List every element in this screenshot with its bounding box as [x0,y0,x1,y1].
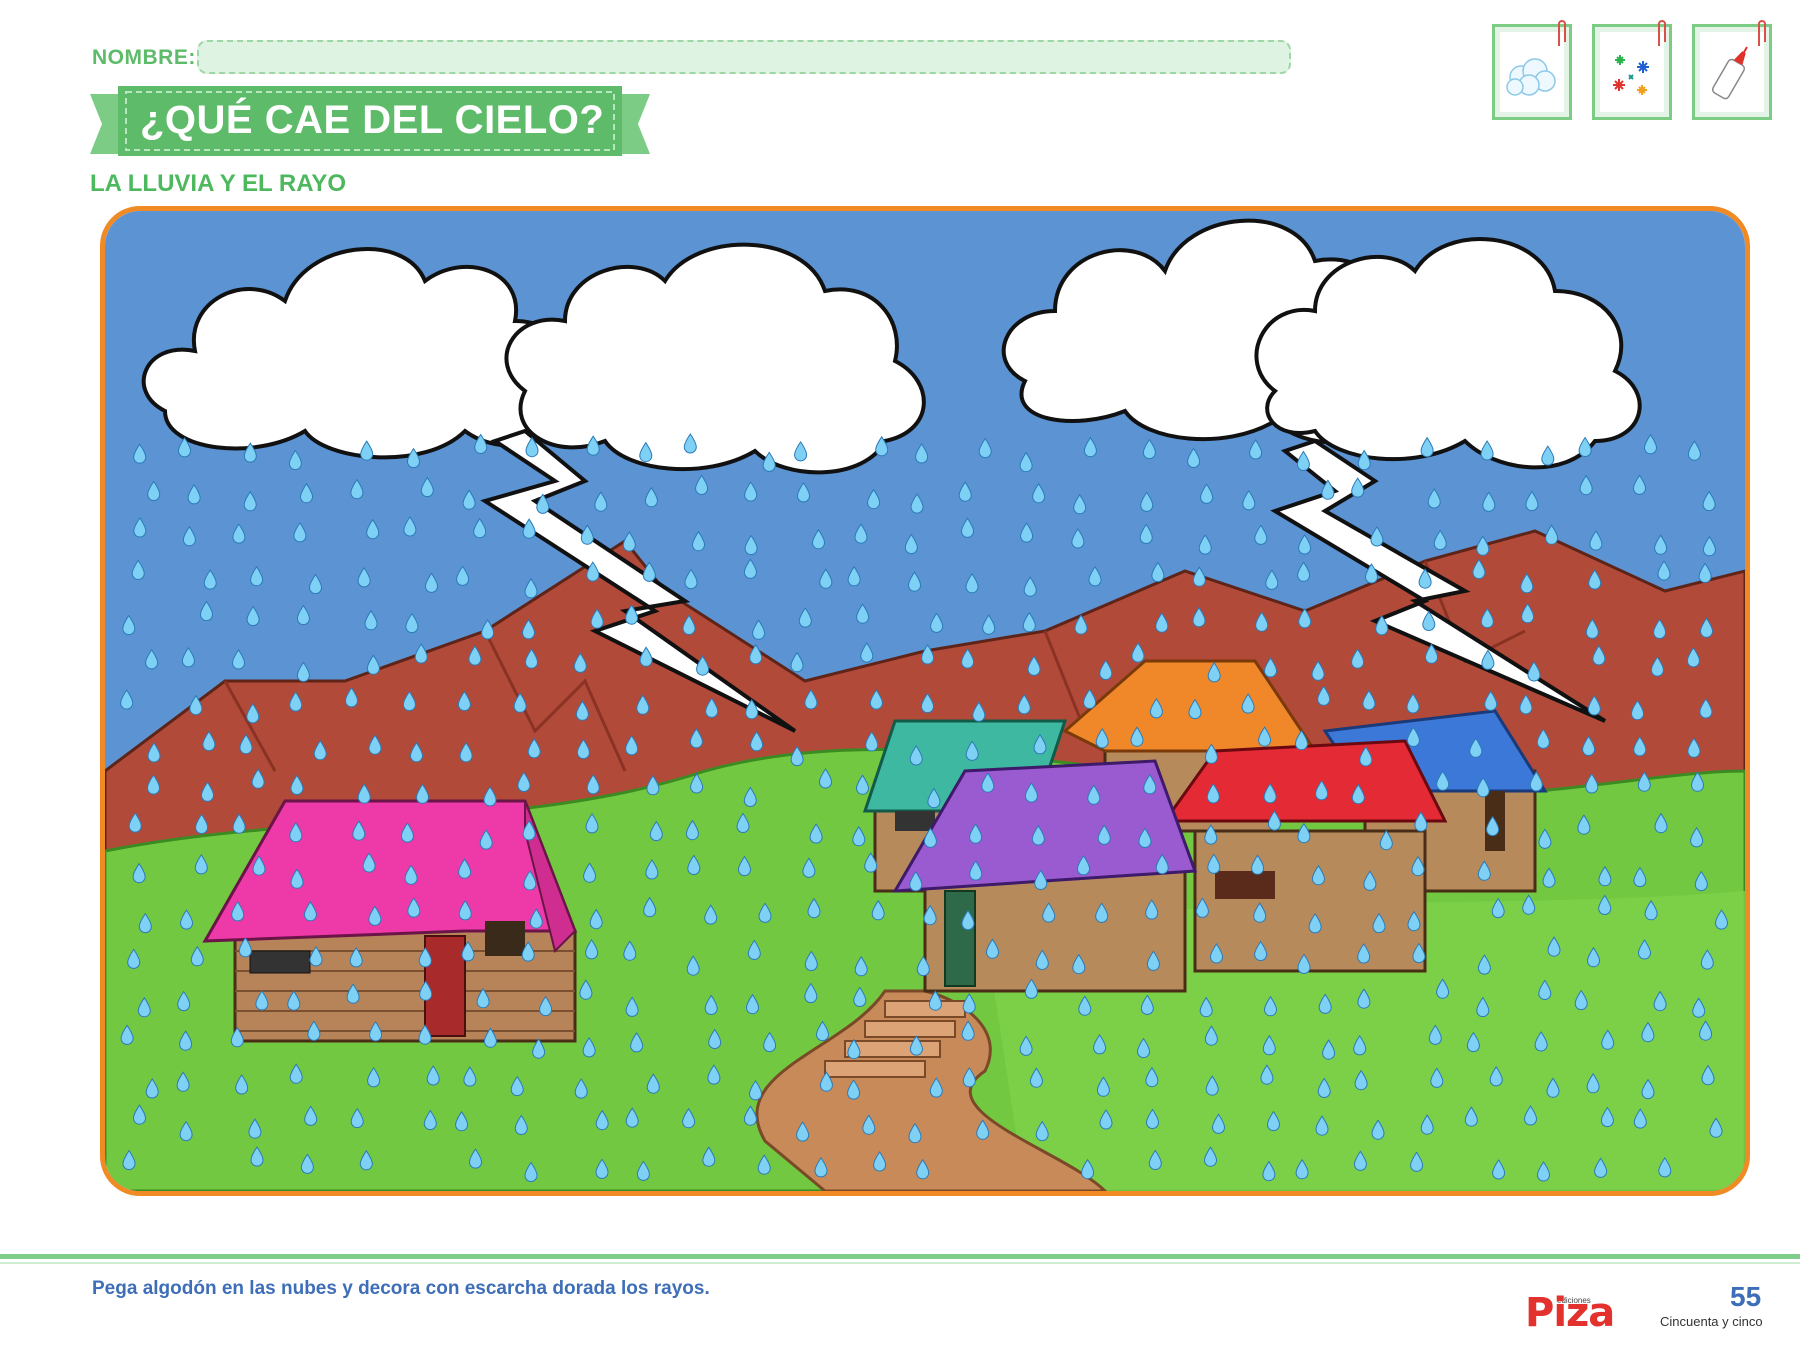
scene-drawing [105,211,1745,1191]
house-red [1162,739,1448,973]
page-number: 55 [1730,1281,1762,1312]
publisher-logo: Piza [1525,1290,1615,1336]
name-field[interactable] [197,40,1291,74]
cotton-balls-icon [1506,58,1556,96]
glitter-icon [1613,55,1649,95]
glue-bottle-icon [1711,46,1748,100]
page-number-words: Cincuenta y cinco [1660,1314,1763,1329]
paperclip-icon [1658,20,1666,46]
page-subtitle: LA LLUVIA Y EL RAYO [90,170,347,197]
footer-divider-thin [0,1262,1800,1264]
footer-divider [0,1254,1800,1259]
paperclip-icon [1558,20,1566,46]
name-label: NOMBRE: [92,46,196,69]
page-title: ¿QUÉ CAE DEL CIELO? [140,98,605,142]
illustration-scene [100,206,1750,1196]
paperclip-icon [1758,20,1766,46]
activity-instruction: Pega algodón en las nubes y decora con e… [92,1278,710,1299]
